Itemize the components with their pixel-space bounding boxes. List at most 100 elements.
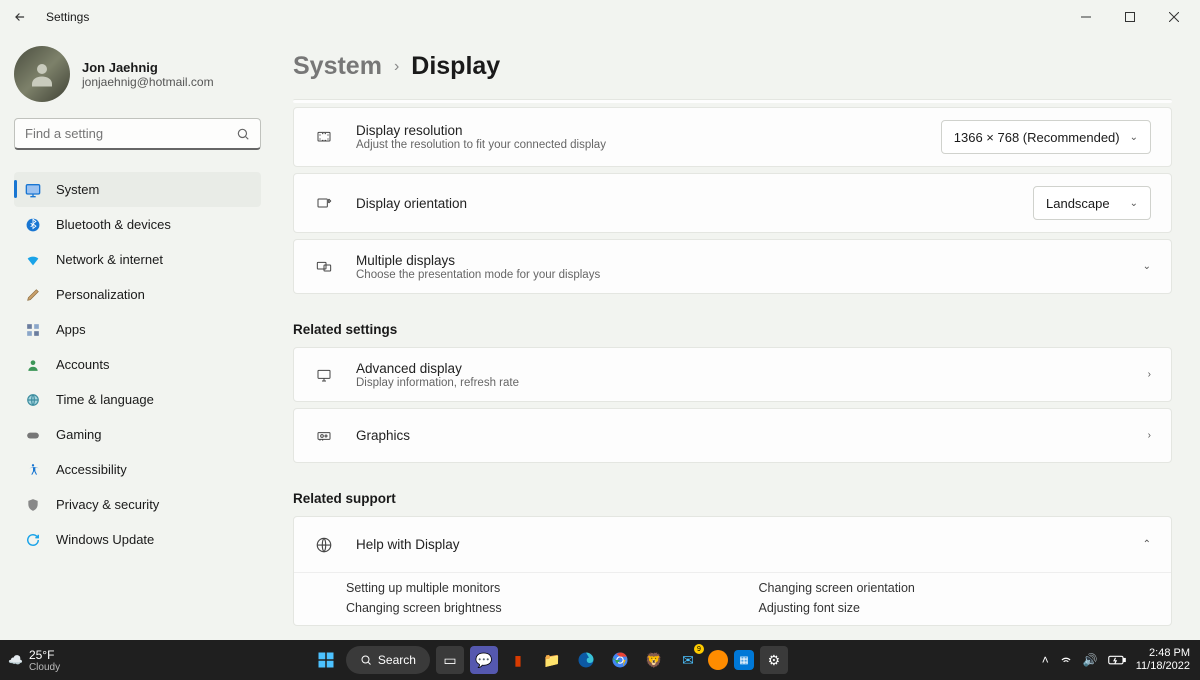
chevron-down-icon: ⌄ [1143,261,1151,272]
cloud-icon: ☁️ [8,653,23,667]
monitor-icon [314,367,334,383]
sidebar-item-accessibility[interactable]: Accessibility [14,452,261,487]
orientation-card[interactable]: Display orientation Landscape ⌄ [293,173,1172,233]
breadcrumb: System › Display [293,52,1172,81]
sidebar-item-gaming[interactable]: Gaming [14,417,261,452]
office-icon[interactable]: ▮ [504,646,532,674]
taskbar-clock[interactable]: 2:48 PM 11/18/2022 [1136,647,1190,673]
taskbar-search[interactable]: Search [346,646,430,674]
avatar [14,46,70,102]
explorer-icon[interactable]: 📁 [538,646,566,674]
brave-icon[interactable]: 🦁 [640,646,668,674]
back-button[interactable] [4,1,36,33]
help-header[interactable]: Help with Display ⌃ [294,517,1171,572]
sidebar-item-accounts[interactable]: Accounts [14,347,261,382]
calculator-icon[interactable]: ▦ [734,650,754,670]
help-card: Help with Display ⌃ Setting up multiple … [293,516,1172,626]
chevron-right-icon: › [394,58,399,76]
profile-block[interactable]: Jon Jaehnig jonjaehnig@hotmail.com [14,46,261,102]
sidebar-item-privacy[interactable]: Privacy & security [14,487,261,522]
edge-icon[interactable] [572,646,600,674]
breadcrumb-current: Display [411,52,500,81]
sidebar-item-network[interactable]: Network & internet [14,242,261,277]
window-title: Settings [46,10,89,24]
help-link[interactable]: Setting up multiple monitors [346,581,759,595]
taskbar-tray[interactable]: ˄ 🔊 2:48 PM 11/18/2022 [1032,647,1200,673]
select-value: 1366 × 768 (Recommended) [954,130,1120,145]
breadcrumb-parent[interactable]: System [293,52,382,81]
help-globe-icon [314,536,334,554]
battery-tray-icon[interactable] [1108,654,1126,666]
graphics-icon [314,428,334,444]
sidebar-item-bluetooth[interactable]: Bluetooth & devices [14,207,261,242]
section-related-settings: Related settings [293,322,1172,337]
app-icon-1[interactable] [708,650,728,670]
sidebar: Jon Jaehnig jonjaehnig@hotmail.com Syste… [0,34,275,640]
start-button[interactable] [312,646,340,674]
chevron-right-icon: › [1148,369,1151,380]
volume-tray-icon[interactable]: 🔊 [1083,653,1098,667]
taskview-icon[interactable]: ▭ [436,646,464,674]
titlebar: Settings [0,0,1200,34]
resolution-icon [314,129,334,145]
weather-temp: 25°F [29,648,60,662]
gamepad-icon [24,426,42,444]
sidebar-item-update[interactable]: Windows Update [14,522,261,557]
advanced-display-card[interactable]: Advanced display Display information, re… [293,347,1172,402]
help-link[interactable]: Adjusting font size [759,601,1172,615]
clock-time: 2:48 PM [1136,647,1190,660]
resolution-select[interactable]: 1366 × 768 (Recommended) ⌄ [941,120,1151,154]
sidebar-item-label: Bluetooth & devices [56,217,171,232]
help-links: Setting up multiple monitors Changing sc… [294,572,1171,625]
sidebar-item-label: Accessibility [56,462,127,477]
clock-date: 11/18/2022 [1136,660,1190,673]
sidebar-item-label: Personalization [56,287,145,302]
sidebar-item-label: Windows Update [56,532,154,547]
card-edge [293,99,1172,103]
sidebar-item-label: System [56,182,99,197]
select-value: Landscape [1046,196,1110,211]
weather-cond: Cloudy [29,662,60,673]
taskbar-center: Search ▭ 💬 ▮ 📁 🦁 ✉9 ▦ ⚙ [68,646,1032,674]
card-title: Advanced display [356,361,1126,376]
shield-icon [24,496,42,514]
multiple-displays-card[interactable]: Multiple displays Choose the presentatio… [293,239,1172,294]
graphics-card[interactable]: Graphics › [293,408,1172,463]
maximize-button[interactable] [1108,1,1152,33]
main-content: System › Display Display resolution Adju… [275,34,1200,640]
mail-icon[interactable]: ✉9 [674,646,702,674]
settings-icon[interactable]: ⚙ [760,646,788,674]
chevron-down-icon: ⌄ [1130,132,1138,143]
search-icon [236,127,250,141]
tray-expand-icon[interactable]: ˄ [1042,653,1049,667]
sidebar-item-personalization[interactable]: Personalization [14,277,261,312]
sidebar-item-apps[interactable]: Apps [14,312,261,347]
help-link[interactable]: Changing screen orientation [759,581,1172,595]
taskbar[interactable]: ☁️ 25°F Cloudy Search ▭ 💬 ▮ 📁 🦁 ✉9 ▦ ⚙ ˄ [0,640,1200,680]
resolution-card[interactable]: Display resolution Adjust the resolution… [293,107,1172,167]
sidebar-item-label: Network & internet [56,252,163,267]
search-box[interactable] [14,118,261,150]
sidebar-item-label: Apps [56,322,86,337]
help-link[interactable]: Changing screen brightness [346,601,759,615]
card-title: Help with Display [356,537,1121,552]
chevron-down-icon: ⌄ [1130,198,1138,209]
teams-icon[interactable]: 💬 [470,646,498,674]
taskbar-weather[interactable]: ☁️ 25°F Cloudy [0,648,68,673]
sidebar-item-system[interactable]: System [14,172,261,207]
close-button[interactable] [1152,1,1196,33]
card-desc: Display information, refresh rate [356,377,1126,389]
orientation-select[interactable]: Landscape ⌄ [1033,186,1151,220]
card-desc: Adjust the resolution to fit your connec… [356,139,919,151]
wifi-tray-icon[interactable] [1059,653,1073,667]
chrome-icon[interactable] [606,646,634,674]
profile-email: jonjaehnig@hotmail.com [82,75,214,89]
card-title: Graphics [356,428,1126,443]
search-input[interactable] [25,126,236,141]
search-label: Search [378,653,416,667]
bluetooth-icon [24,216,42,234]
sidebar-item-time[interactable]: Time & language [14,382,261,417]
card-desc: Choose the presentation mode for your di… [356,269,1121,281]
minimize-button[interactable] [1064,1,1108,33]
section-related-support: Related support [293,491,1172,506]
